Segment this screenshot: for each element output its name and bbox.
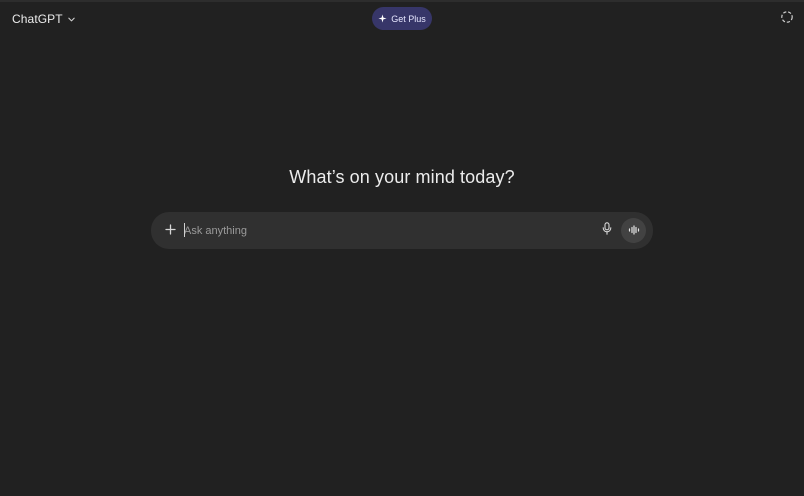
sparkle-icon <box>378 14 387 23</box>
temporary-chat-icon <box>780 10 794 29</box>
prompt-composer <box>151 212 653 249</box>
voice-mode-icon <box>628 222 640 240</box>
window-top-edge <box>0 0 804 2</box>
text-caret <box>184 223 185 237</box>
dictate-button[interactable] <box>598 221 615 240</box>
get-plus-label: Get Plus <box>391 13 426 24</box>
model-switcher[interactable]: ChatGPT <box>6 9 83 29</box>
plus-icon <box>165 222 176 240</box>
page-title: What’s on your mind today? <box>289 167 515 187</box>
model-name: ChatGPT <box>12 12 63 26</box>
chevron-down-icon <box>67 14 77 24</box>
prompt-input[interactable] <box>184 220 584 241</box>
add-attachment-button[interactable] <box>161 221 180 240</box>
voice-mode-button[interactable] <box>621 218 646 243</box>
microphone-icon <box>602 221 612 240</box>
get-plus-button[interactable]: Get Plus <box>372 7 432 30</box>
temporary-chat-button[interactable] <box>778 10 796 28</box>
app-window: ChatGPT Get Plus What’s on your mind tod… <box>0 0 804 496</box>
